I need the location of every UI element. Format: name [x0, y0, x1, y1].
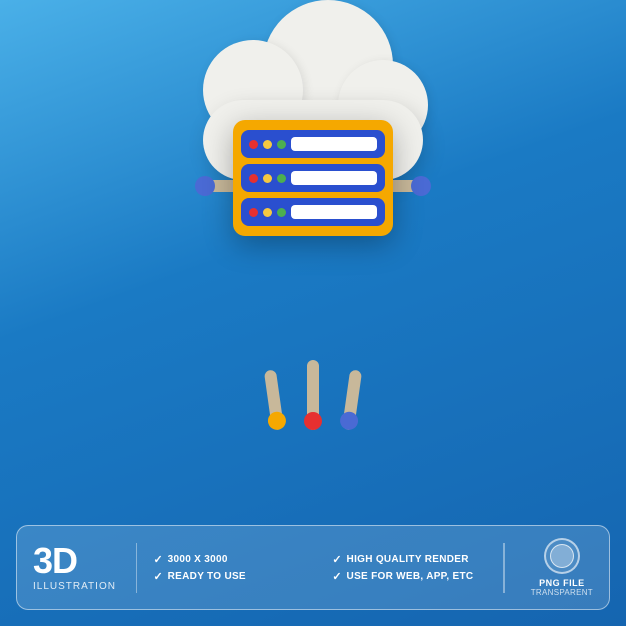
leg-left	[264, 369, 284, 430]
label-illustration: ILLUSTRATION	[33, 581, 116, 592]
spec-item-4: ✓ USE FOR WEB, APP, ETC	[332, 570, 503, 583]
foot-center	[304, 412, 322, 430]
vertical-divider	[136, 543, 138, 593]
specs-grid: ✓ 3000 x 3000 ✓ HIGH QUALITY RENDER ✓ RE…	[153, 553, 503, 583]
spec-item-1: ✓ 3000 x 3000	[153, 553, 324, 566]
foot-left	[267, 411, 287, 431]
png-inner-circle	[550, 544, 574, 568]
info-bar: 3D ILLUSTRATION ✓ 3000 x 3000 ✓ HIGH QUA…	[16, 525, 610, 610]
legs-container	[213, 350, 413, 450]
dot-yellow-2	[263, 174, 272, 183]
spec-text-4: USE FOR WEB, APP, ETC	[347, 571, 474, 582]
spec-item-2: ✓ HIGH QUALITY RENDER	[332, 553, 503, 566]
dot-red-3	[249, 208, 258, 217]
dot-red-1	[249, 140, 258, 149]
server-box	[233, 120, 393, 236]
dot-green-3	[277, 208, 286, 217]
spec-text-3: READY TO USE	[168, 571, 246, 582]
leg-right	[342, 369, 362, 430]
png-badge: PNG FILE TRANSPARENT	[531, 538, 593, 597]
server-scene	[173, 120, 453, 460]
arm-ball-left	[195, 176, 215, 196]
main-container: 3D ILLUSTRATION ✓ 3000 x 3000 ✓ HIGH QUA…	[0, 0, 626, 626]
spec-text-2: HIGH QUALITY RENDER	[347, 554, 469, 565]
arm-ball-right	[411, 176, 431, 196]
leg-center	[307, 360, 319, 430]
server-bar-3	[291, 205, 377, 219]
info-3d-section: 3D ILLUSTRATION	[33, 543, 116, 592]
png-sublabel: TRANSPARENT	[531, 588, 593, 597]
dot-yellow-3	[263, 208, 272, 217]
vertical-divider-2	[503, 543, 505, 593]
server-row-3	[241, 198, 385, 226]
check-icon-1: ✓	[153, 553, 162, 566]
server-row-1	[241, 130, 385, 158]
server-bar-1	[291, 137, 377, 151]
foot-right	[339, 411, 359, 431]
dot-red-2	[249, 174, 258, 183]
label-3d: 3D	[33, 543, 77, 579]
dot-yellow-1	[263, 140, 272, 149]
check-icon-3: ✓	[153, 570, 162, 583]
dot-green-2	[277, 174, 286, 183]
png-circle	[544, 538, 580, 574]
server-bar-2	[291, 171, 377, 185]
server-row-2	[241, 164, 385, 192]
spec-item-3: ✓ READY TO USE	[153, 570, 324, 583]
check-icon-4: ✓	[332, 570, 341, 583]
dot-green-1	[277, 140, 286, 149]
spec-text-1: 3000 x 3000	[168, 554, 228, 565]
check-icon-2: ✓	[332, 553, 341, 566]
png-label: PNG FILE	[539, 578, 585, 588]
